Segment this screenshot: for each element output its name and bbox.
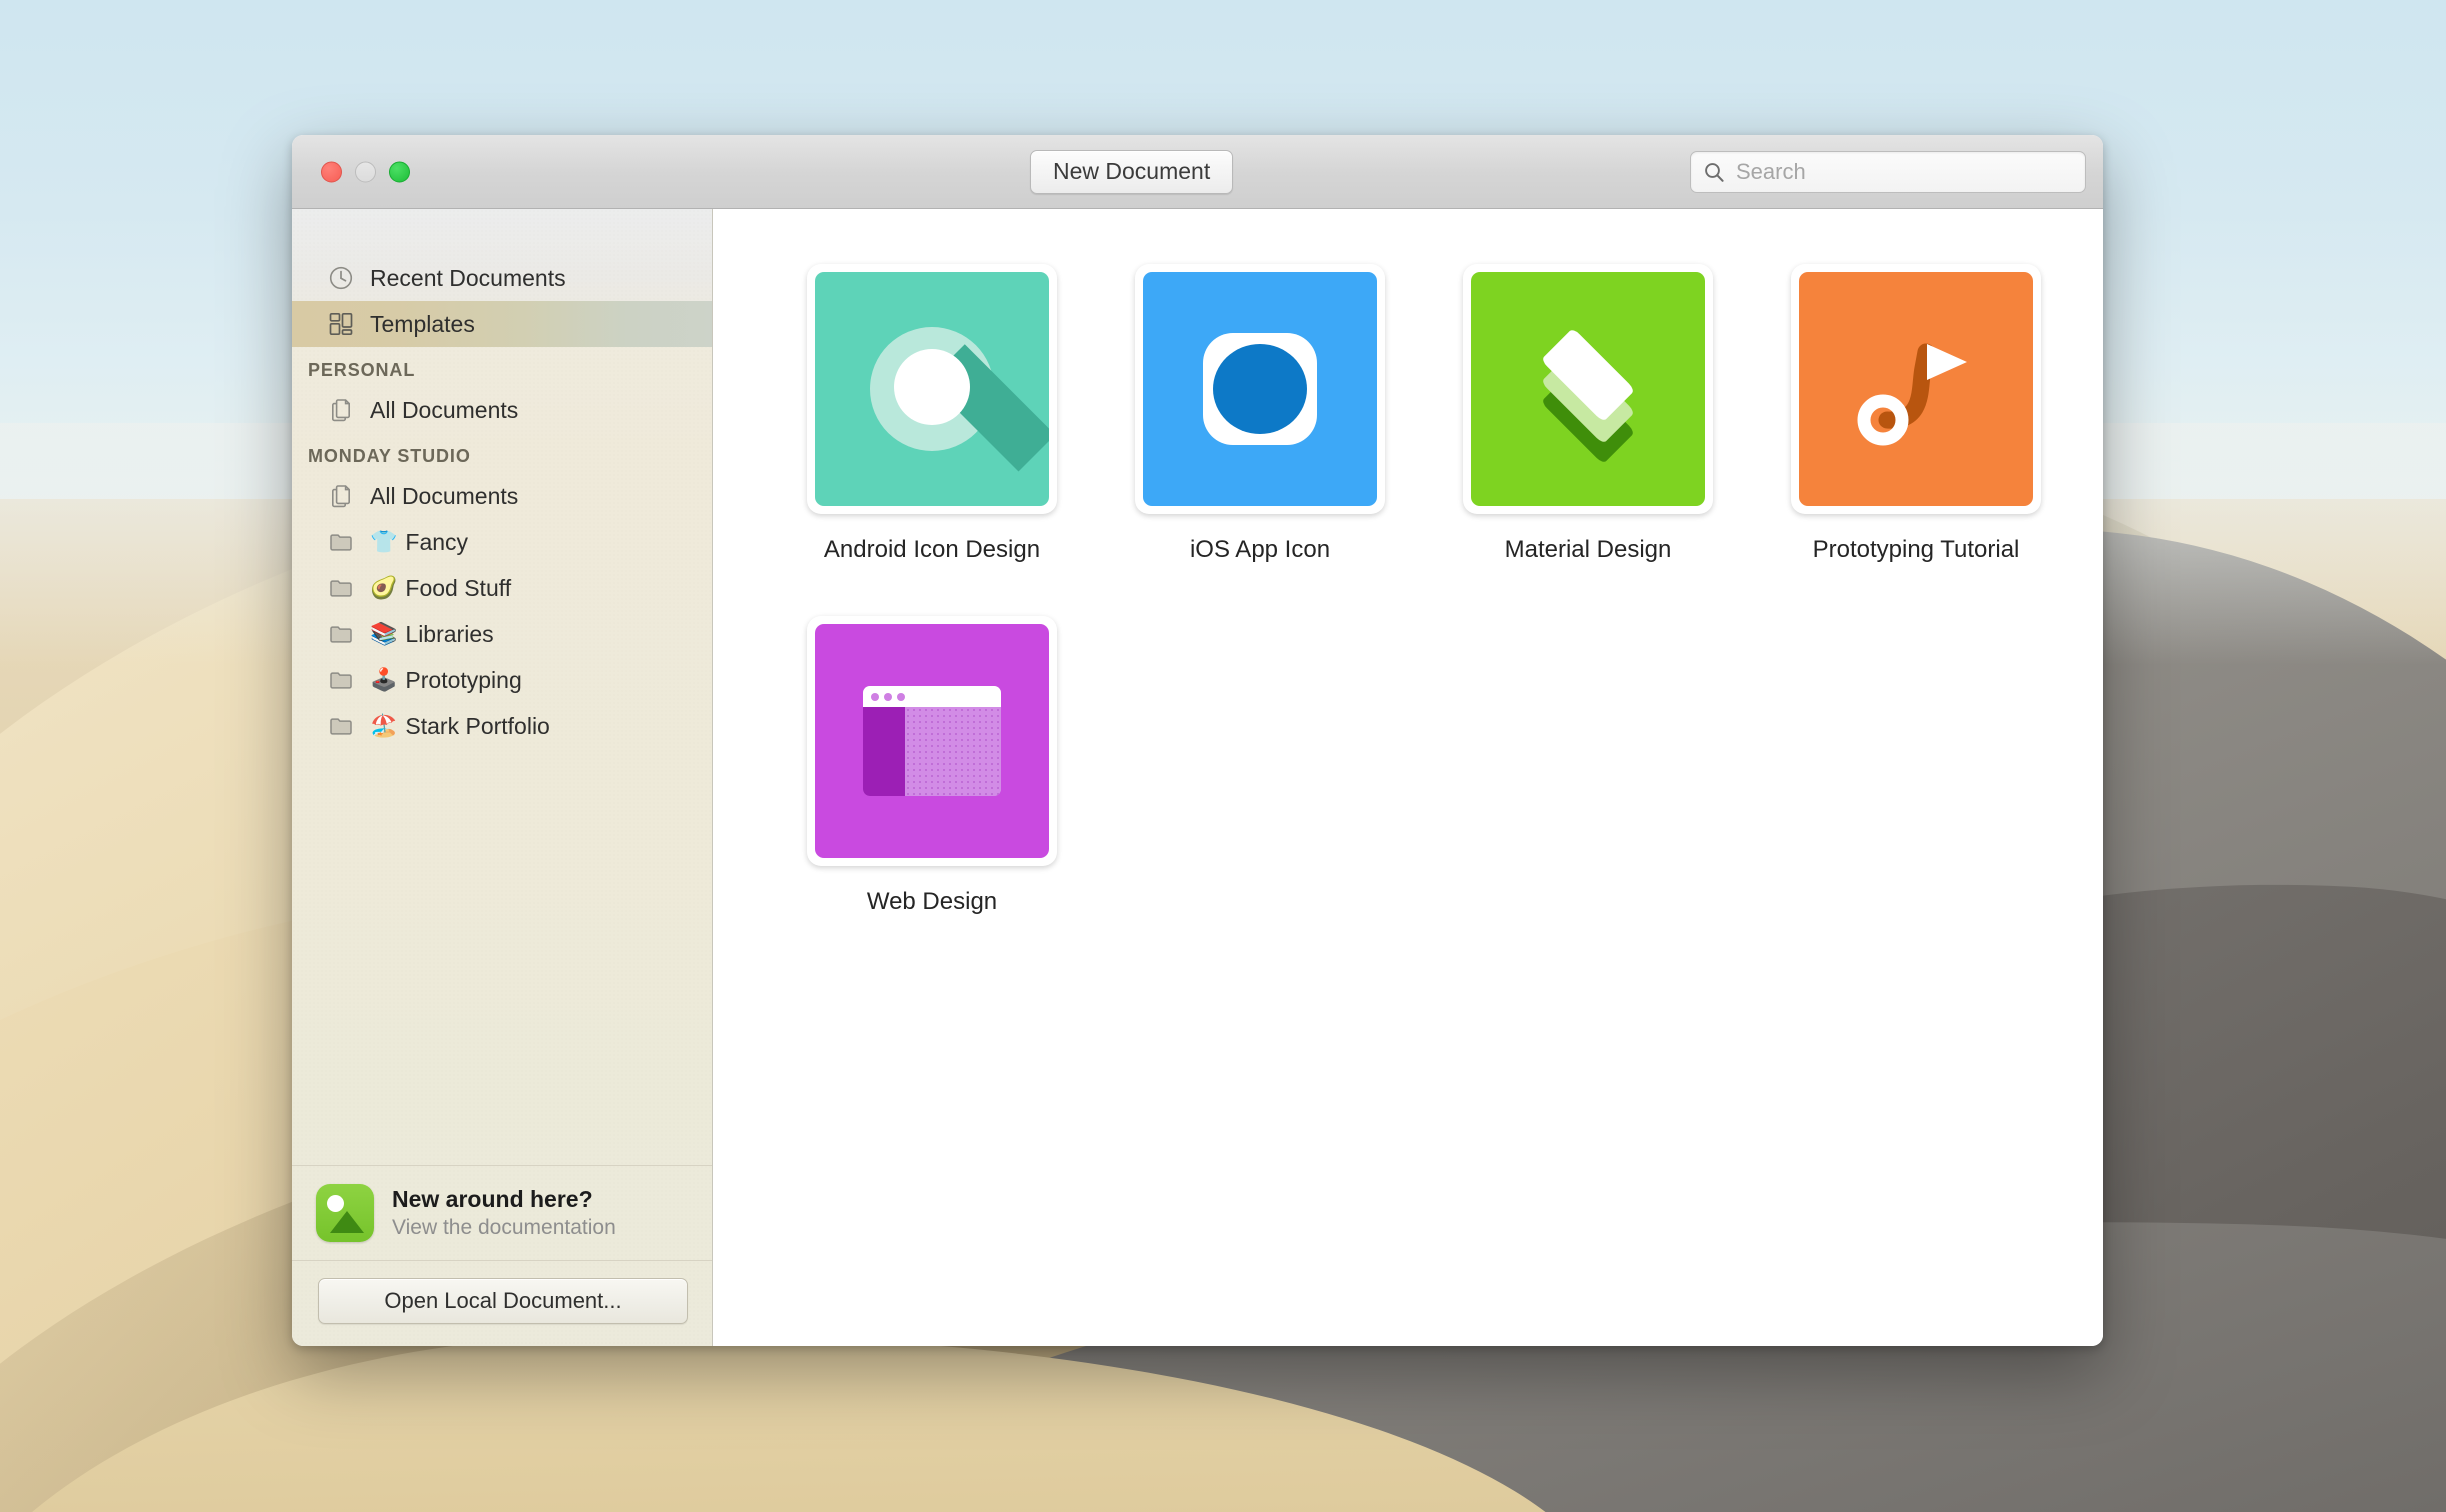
sidebar-item-studio-all-documents[interactable]: All Documents (292, 473, 712, 519)
templates-grid: Android Icon Design iOS App Icon (768, 264, 2103, 968)
folder-emoji: 🏖️ (370, 715, 397, 737)
prototype-path-icon (1799, 272, 2033, 506)
template-tile-android-icon-design[interactable]: Android Icon Design (768, 264, 1096, 564)
folder-emoji: 🕹️ (370, 669, 397, 691)
template-tile-web-design[interactable]: Web Design (768, 616, 1096, 916)
documents-icon (326, 481, 356, 511)
templates-content-area: Android Icon Design iOS App Icon (713, 209, 2103, 1346)
desktop-wallpaper: New Document (0, 0, 2446, 1512)
clock-icon (326, 263, 356, 293)
open-local-document-button[interactable]: Open Local Document... (318, 1278, 688, 1324)
close-button[interactable] (321, 161, 342, 182)
sidebar-item-label: Stark Portfolio (405, 713, 549, 740)
template-label: Material Design (1505, 536, 1672, 564)
sidebar-item-label: Templates (370, 311, 475, 338)
app-logo-icon (316, 1184, 374, 1242)
sidebar-item-templates[interactable]: Templates (292, 301, 712, 347)
sidebar-item-stark-portfolio[interactable]: 🏖️ Stark Portfolio (292, 703, 712, 749)
documents-icon (326, 395, 356, 425)
sidebar-item-personal-all-documents[interactable]: All Documents (292, 387, 712, 433)
prototyping-tutorial-artwork (1799, 272, 2033, 506)
template-tile-material-design[interactable]: Material Design (1424, 264, 1752, 564)
sidebar-item-label: Food Stuff (405, 575, 511, 602)
sidebar: Recent Documents Templates (292, 209, 713, 1346)
new-document-button[interactable]: New Document (1030, 150, 1233, 194)
material-design-artwork (1471, 272, 1705, 506)
folder-icon (326, 665, 356, 695)
sidebar-item-label: Prototyping (405, 667, 521, 694)
folder-emoji: 📚 (370, 623, 397, 645)
folder-icon (326, 527, 356, 557)
templates-grid-icon (326, 309, 356, 339)
zoom-button[interactable] (389, 161, 410, 182)
sidebar-item-recent-documents[interactable]: Recent Documents (292, 255, 712, 301)
promo-subtitle: View the documentation (392, 1216, 616, 1240)
sidebar-item-prototyping[interactable]: 🕹️ Prototyping (292, 657, 712, 703)
sidebar-item-label: All Documents (370, 483, 518, 510)
template-label: Web Design (867, 888, 997, 916)
new-document-label: New Document (1053, 158, 1210, 185)
sidebar-item-libraries[interactable]: 📚 Libraries (292, 611, 712, 657)
app-window: New Document (292, 135, 2103, 1346)
sidebar-item-label: All Documents (370, 397, 518, 424)
ios-app-icon-artwork (1143, 272, 1377, 506)
template-thumbnail-frame (1135, 264, 1385, 514)
folder-icon (326, 573, 356, 603)
documentation-promo[interactable]: New around here? View the documentation (292, 1165, 712, 1261)
window-titlebar: New Document (292, 135, 2103, 209)
folder-icon (326, 711, 356, 741)
web-design-artwork (815, 624, 1049, 858)
open-local-document-wrap: Open Local Document... (292, 1261, 712, 1346)
window-body: Recent Documents Templates (292, 209, 2103, 1346)
sidebar-item-label: Fancy (405, 529, 468, 556)
template-label: iOS App Icon (1190, 536, 1330, 564)
sidebar-section-header-personal: PERSONAL (292, 347, 712, 387)
template-thumbnail-frame (807, 264, 1057, 514)
sidebar-item-label: Recent Documents (370, 265, 566, 292)
sidebar-section-header-monday-studio: MONDAY STUDIO (292, 433, 712, 473)
minimize-button[interactable] (355, 161, 376, 182)
sidebar-item-fancy[interactable]: 👕 Fancy (292, 519, 712, 565)
folder-emoji: 👕 (370, 531, 397, 553)
sidebar-item-food-stuff[interactable]: 🥑 Food Stuff (292, 565, 712, 611)
promo-text: New around here? View the documentation (392, 1186, 616, 1240)
template-label: Prototyping Tutorial (1813, 536, 2020, 564)
promo-title: New around here? (392, 1186, 616, 1213)
template-tile-ios-app-icon[interactable]: iOS App Icon (1096, 264, 1424, 564)
open-local-document-label: Open Local Document... (384, 1288, 621, 1314)
folder-icon (326, 619, 356, 649)
sidebar-scroll-area[interactable]: Recent Documents Templates (292, 209, 712, 1165)
search-field[interactable] (1690, 151, 2086, 193)
template-thumbnail-frame (1791, 264, 2041, 514)
sidebar-item-label: Libraries (405, 621, 493, 648)
search-input[interactable] (1734, 158, 2073, 186)
folder-emoji: 🥑 (370, 577, 397, 599)
template-label: Android Icon Design (824, 536, 1040, 564)
android-icon-design-artwork (815, 272, 1049, 506)
template-tile-prototyping-tutorial[interactable]: Prototyping Tutorial (1752, 264, 2080, 564)
template-thumbnail-frame (1463, 264, 1713, 514)
window-controls (321, 161, 410, 182)
template-thumbnail-frame (807, 616, 1057, 866)
search-icon (1703, 161, 1725, 183)
